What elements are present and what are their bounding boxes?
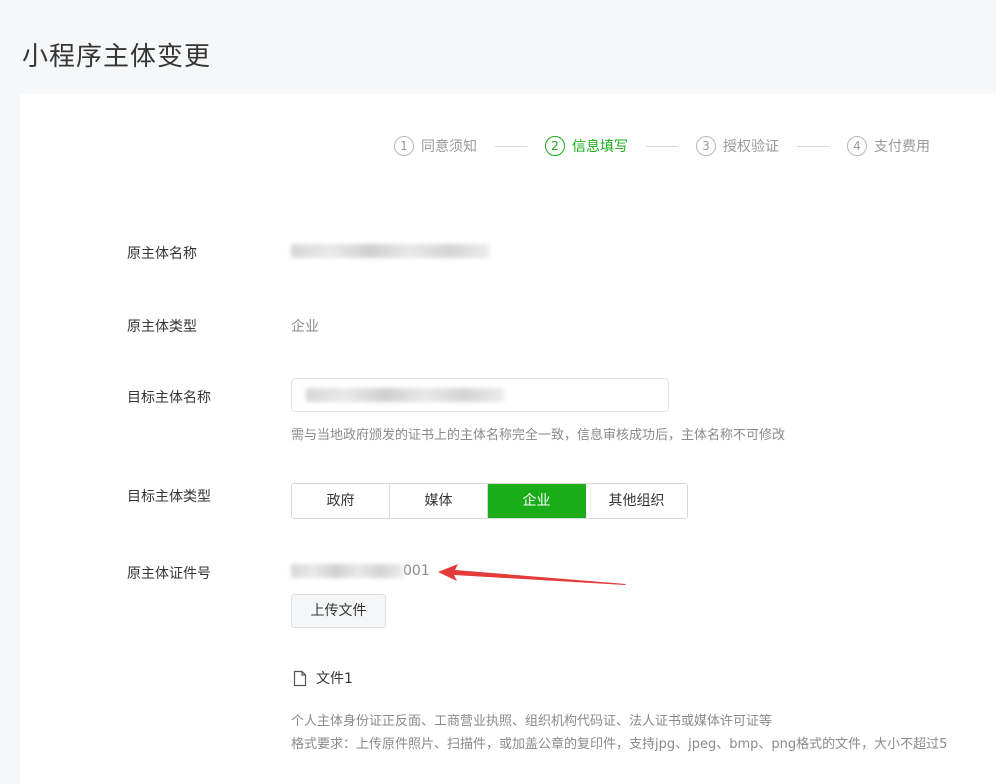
original-name-label: 原主体名称	[127, 246, 197, 262]
cert-no-label: 原主体证件号	[127, 566, 211, 582]
file-name: 文件1	[316, 671, 353, 687]
page-title: 小程序主体变更	[22, 42, 212, 72]
step-number: 1	[394, 136, 414, 156]
redacted-text	[291, 564, 403, 578]
type-option-enterprise[interactable]: 企业	[488, 484, 586, 518]
step-4: 4 支付费用	[847, 136, 930, 156]
original-type-label: 原主体类型	[127, 319, 197, 335]
type-option-media[interactable]: 媒体	[390, 484, 488, 518]
original-type-value: 企业	[291, 319, 319, 335]
redacted-text	[306, 388, 504, 402]
annotation-arrow-icon	[438, 564, 626, 585]
target-type-selector: 政府 媒体 企业 其他组织	[291, 483, 688, 519]
target-name-hint: 需与当地政府颁发的证书上的主体名称完全一致，信息审核成功后，主体名称不可修改	[291, 428, 786, 443]
step-divider	[495, 145, 527, 147]
cert-no-suffix: 001	[403, 563, 430, 579]
step-label: 授权验证	[723, 139, 779, 155]
step-number: 2	[545, 136, 565, 156]
step-2: 2 信息填写	[545, 136, 628, 156]
type-option-government[interactable]: 政府	[292, 484, 390, 518]
step-divider	[797, 145, 829, 147]
step-1: 1 同意须知	[394, 136, 477, 156]
step-3: 3 授权验证	[696, 136, 779, 156]
step-number: 4	[847, 136, 867, 156]
step-number: 3	[696, 136, 716, 156]
redacted-text	[291, 244, 489, 258]
cert-desc-line2: 格式要求：上传原件照片、扫描件，或加盖公章的复印件，支持jpg、jpeg、bmp…	[291, 737, 948, 752]
step-indicator: 1 同意须知 2 信息填写 3 授权验证 4 支付费用	[394, 136, 930, 156]
step-label: 支付费用	[874, 139, 930, 155]
original-name-value	[291, 243, 489, 259]
type-option-other[interactable]: 其他组织	[586, 484, 687, 518]
uploaded-file-item[interactable]: 文件1	[293, 668, 353, 688]
file-icon	[293, 670, 307, 686]
step-label: 信息填写	[572, 139, 628, 155]
target-type-label: 目标主体类型	[127, 489, 211, 505]
cert-no-value: 001	[291, 563, 430, 579]
cert-desc-line1: 个人主体身份证正反面、工商营业执照、组织机构代码证、法人证书或媒体许可证等	[291, 714, 773, 729]
target-name-label: 目标主体名称	[127, 390, 211, 406]
step-divider	[646, 145, 678, 147]
target-name-input[interactable]	[291, 378, 669, 412]
upload-file-button[interactable]: 上传文件	[291, 594, 386, 628]
step-label: 同意须知	[421, 139, 477, 155]
